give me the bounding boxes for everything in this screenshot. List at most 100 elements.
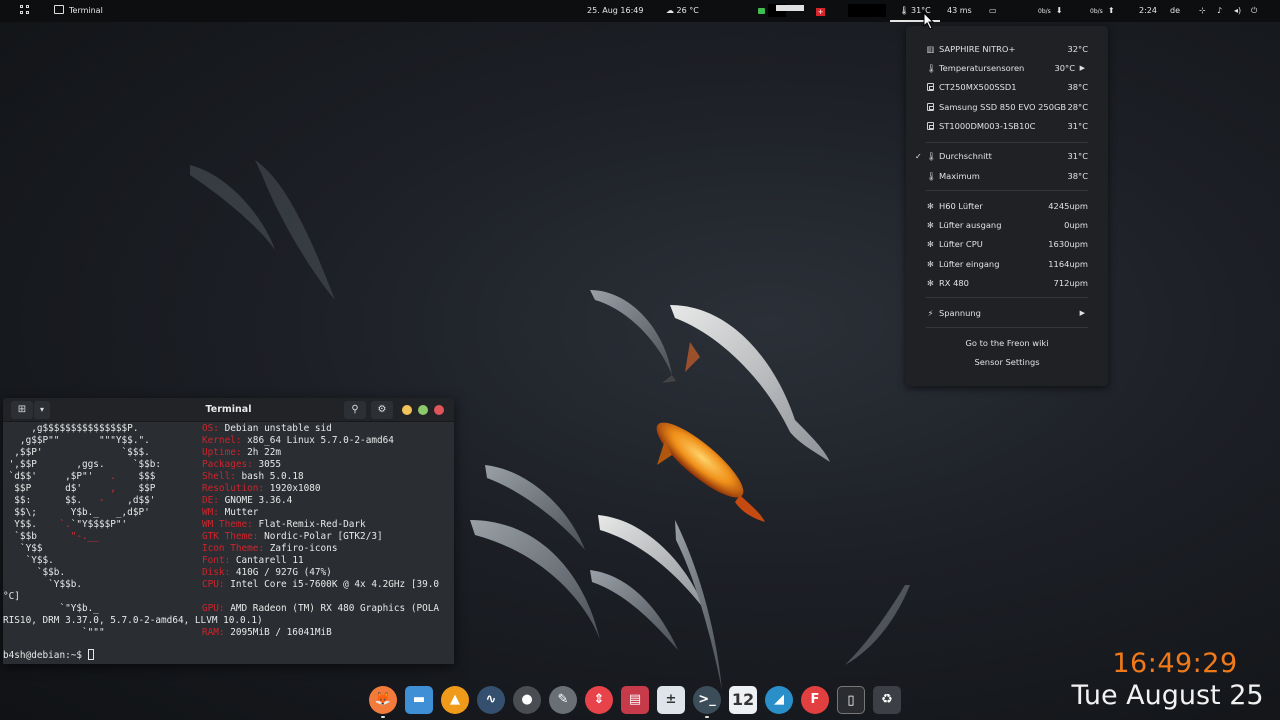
- settings-gear-icon[interactable]: ●: [513, 686, 541, 714]
- net-download[interactable]: 0b/s ⬇: [1038, 0, 1063, 22]
- ascii-logo-line: $$P d$' , $$P: [3, 483, 156, 494]
- terminal-window[interactable]: ⊞ ▾ Terminal ⚲ ⚙ ,g$$$$$$$$$$$$$$$P. ,g$…: [3, 398, 454, 664]
- sysinfo-line: CPU: Intel Core i5-7600K @ 4x 4.2GHz [39…: [202, 579, 440, 590]
- ascii-logo-line: `""": [3, 627, 105, 638]
- terminal-prompt-icon[interactable]: >_: [693, 686, 721, 714]
- uptime-indicator[interactable]: 2:24: [1139, 0, 1157, 22]
- arrow-up-icon: ⬆: [1107, 6, 1115, 15]
- network-icon[interactable]: ⊹: [1199, 0, 1206, 22]
- new-tab-button[interactable]: ⊞: [11, 401, 33, 419]
- text-cursor: [87, 649, 94, 660]
- app-menu[interactable]: Terminal: [54, 0, 103, 22]
- keyboard-layout-indicator[interactable]: de: [1170, 0, 1180, 22]
- ascii-logo-line: `$$b.: [3, 567, 66, 578]
- menu-item-drive[interactable]: ST1000DM003-1SB10C 31°C: [906, 117, 1108, 136]
- net-upload[interactable]: 0b/s ⬆: [1090, 0, 1115, 22]
- lightning-icon: ⚡: [927, 308, 934, 318]
- menu-item-fan[interactable]: ✻ Lüfter CPU 1630upm: [906, 235, 1108, 254]
- terminal-headerbar[interactable]: ⊞ ▾ Terminal ⚲ ⚙: [3, 398, 454, 422]
- ascii-logo-line: `$$b "-.__: [3, 531, 99, 542]
- thermometer-icon: 🌡: [926, 63, 937, 73]
- menu-item-average[interactable]: ✓ 🌡 Durchschnitt 31°C: [906, 147, 1108, 166]
- drive-icon: [927, 83, 934, 91]
- sysinfo-line: Packages: 3055: [202, 459, 282, 470]
- desktop-clock-date: Tue August 25: [1071, 680, 1264, 711]
- tab-menu-chevron-down-icon[interactable]: ▾: [34, 401, 50, 419]
- item-label: Maximum: [939, 171, 980, 181]
- ascii-logo-line: ,$$P' `$$$.: [3, 447, 150, 458]
- gimp-brush-icon[interactable]: ✎: [549, 686, 577, 714]
- search-icon[interactable]: ⚲: [344, 401, 366, 419]
- terminal-output[interactable]: ,g$$$$$$$$$$$$$$$P. ,g$$P"" """Y$$.". ,$…: [3, 422, 454, 664]
- power-icon[interactable]: ⏻: [1251, 0, 1257, 22]
- notification-bell-icon[interactable]: ♪: [1217, 0, 1222, 22]
- menu-item-drive[interactable]: CT250MX500SSD1 38°C: [906, 78, 1108, 97]
- filezilla-icon[interactable]: F: [801, 686, 829, 714]
- menu-item-drive[interactable]: Samsung SSD 850 EVO 250GB 28°C: [906, 98, 1108, 117]
- archive-box-icon[interactable]: ▤: [621, 686, 649, 714]
- shell-prompt[interactable]: b4sh@debian:~$: [3, 649, 94, 662]
- upload-speed: 0b/s: [1090, 8, 1103, 15]
- sysinfo-line: Resolution: 1920x1080: [202, 483, 321, 494]
- ascii-logo-line: `Y$$.: [3, 555, 54, 566]
- files-folder-icon[interactable]: ▬: [405, 686, 433, 714]
- sysinfo-line: Font: Cantarell 11: [202, 555, 304, 566]
- prompt-text: b4sh@debian:~$: [3, 650, 88, 661]
- item-value: 0upm: [1064, 220, 1088, 230]
- weather-indicator[interactable]: ☁ 26 °C: [666, 0, 699, 22]
- updates-arrows-icon[interactable]: ⇕: [585, 686, 613, 714]
- menu-item-gpu-temp[interactable]: ▥ SAPPHIRE NITRO+ 32°C: [906, 40, 1108, 59]
- menu-item-fan[interactable]: ✻ H60 Lüfter 4245upm: [906, 197, 1108, 216]
- trash-recycle-icon[interactable]: ♻: [873, 686, 901, 714]
- volume-icon[interactable]: ◂): [1234, 0, 1241, 22]
- koi-lower-group: [470, 465, 910, 690]
- sysinfo-wrap-line: °C]: [3, 591, 20, 602]
- audio-waveform-icon[interactable]: ∿: [477, 686, 505, 714]
- item-label: RX 480: [939, 278, 969, 288]
- item-label: Lüfter CPU: [939, 239, 983, 249]
- ascii-logo-line: `d$$' ,$P"' . $$$: [3, 471, 156, 482]
- gear-icon[interactable]: ⚙: [371, 401, 393, 419]
- vlc-cone-icon[interactable]: ▲: [441, 686, 469, 714]
- ascii-logo-line: Y$$. `.`"Y$$$$P"': [3, 519, 128, 530]
- browser-shark-icon[interactable]: ◢: [765, 686, 793, 714]
- menu-item-temperature-sensors[interactable]: 🌡 Temperatursensoren 30°C ▶: [906, 59, 1108, 78]
- cloud-sun-icon: ☁: [666, 6, 674, 15]
- sysinfo-line: WM Theme: Flat-Remix-Red-Dark: [202, 519, 366, 530]
- calculator-icon[interactable]: ±: [657, 686, 685, 714]
- minimize-button[interactable]: [402, 405, 412, 415]
- ascii-logo-line: ',$$P ,ggs. `$$b:: [3, 459, 162, 470]
- item-label: Samsung SSD 850 EVO 250GB: [939, 102, 1067, 112]
- sensor-settings-link[interactable]: Sensor Settings: [906, 353, 1108, 372]
- sysinfo-line: WM: Mutter: [202, 507, 259, 518]
- menu-item-maximum[interactable]: 🌡 Maximum 38°C: [906, 167, 1108, 186]
- sysinfo-line: Kernel: x86_64 Linux 5.7.0-2-amd64: [202, 435, 394, 446]
- screen-icon[interactable]: ▭: [989, 0, 997, 22]
- vpn-indicator[interactable]: +: [758, 0, 826, 22]
- fan-icon: ✻: [927, 239, 934, 249]
- drive-icon: [927, 103, 934, 111]
- menu-item-voltage[interactable]: ⚡ Spannung ▶: [906, 304, 1108, 323]
- menu-item-fan[interactable]: ✻ Lüfter ausgang 0upm: [906, 216, 1108, 235]
- sd-card-icon[interactable]: ▯: [837, 686, 865, 714]
- item-label: Spannung: [939, 308, 981, 318]
- maximize-button[interactable]: [418, 405, 428, 415]
- calendar-icon[interactable]: 12: [729, 686, 757, 714]
- gpu-card-icon: ▥: [926, 44, 935, 54]
- ping-indicator[interactable]: 43 ms: [947, 0, 972, 22]
- ascii-logo-line: `Y$$b.: [3, 579, 83, 590]
- close-button[interactable]: [434, 405, 444, 415]
- sysinfo-line: Icon Theme: Zafiro-icons: [202, 543, 338, 554]
- weather-temp: 26 °C: [676, 6, 699, 15]
- separator: [926, 297, 1088, 298]
- menu-item-fan[interactable]: ✻ Lüfter eingang 1164upm: [906, 255, 1108, 274]
- item-value: 38°C: [1067, 171, 1089, 181]
- download-speed: 0b/s: [1038, 8, 1051, 15]
- item-value: 32°C: [1067, 44, 1089, 54]
- menu-item-fan[interactable]: ✻ RX 480 712upm: [906, 274, 1108, 293]
- firefox-fox-icon[interactable]: 🦊: [369, 686, 397, 714]
- ascii-logo-line: $$: $$. - ,d$$': [3, 495, 156, 506]
- activities-grid-icon[interactable]: [20, 0, 30, 22]
- freon-wiki-link[interactable]: Go to the Freon wiki: [906, 334, 1108, 353]
- clock[interactable]: 25. Aug 16:49: [587, 0, 643, 22]
